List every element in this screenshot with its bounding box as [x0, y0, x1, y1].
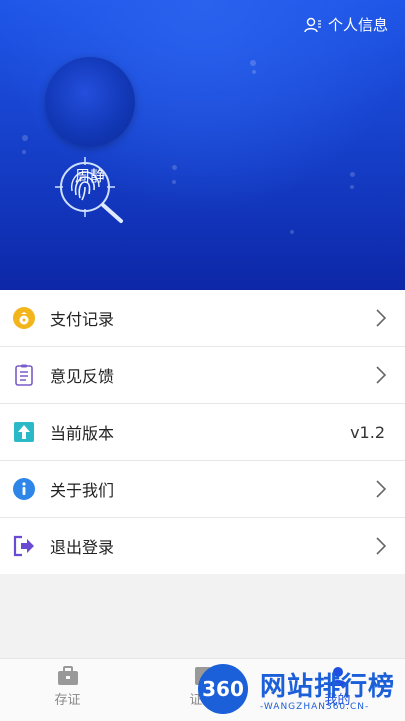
profile-info-link[interactable]: 个人信息 — [304, 14, 388, 35]
menu-item-label: 意见反馈 — [50, 367, 115, 386]
menu-item-feedback[interactable]: 意见反馈 — [0, 347, 405, 404]
menu-item-label: 当前版本 — [50, 424, 115, 443]
money-bag-icon — [13, 307, 35, 329]
bottom-tab-bar: 存证 证据 我的 — [0, 658, 405, 721]
fingerprint-icon — [55, 157, 123, 223]
menu-item-about-us[interactable]: 关于我们 — [0, 461, 405, 518]
tab-label: 证据 — [189, 693, 216, 708]
tab-deposit[interactable]: 存证 — [0, 665, 135, 708]
briefcase-icon — [57, 666, 78, 685]
menu-item-label: 关于我们 — [50, 481, 115, 500]
tab-mine[interactable]: 我的 — [270, 665, 405, 708]
upload-icon — [14, 422, 34, 442]
chevron-right-icon — [376, 537, 387, 555]
decor-dot — [290, 230, 294, 234]
decor-dot — [350, 185, 354, 189]
info-icon — [13, 478, 35, 500]
tab-evidence[interactable]: 证据 — [135, 665, 270, 708]
version-value: v1.2 — [350, 422, 385, 442]
decor-dot — [172, 165, 177, 170]
chevron-right-icon — [376, 480, 387, 498]
chevron-right-icon — [376, 366, 387, 384]
decor-dot — [22, 135, 28, 141]
decor-dot — [250, 60, 256, 66]
person-icon — [328, 667, 347, 686]
tab-label: 存证 — [54, 693, 81, 708]
logout-icon — [13, 535, 34, 557]
settings-menu: 支付记录 意见反馈 当前版本 v1.2 关于我们 退出登录 — [0, 290, 405, 574]
menu-item-current-version: 当前版本 v1.2 — [0, 404, 405, 461]
decor-dot — [252, 70, 256, 74]
decor-dot — [22, 150, 26, 154]
menu-item-logout[interactable]: 退出登录 — [0, 518, 405, 574]
profile-header: 个人信息 周静 — [0, 0, 405, 290]
user-icon — [304, 17, 321, 32]
clipboard-icon — [15, 364, 33, 386]
chevron-right-icon — [376, 309, 387, 327]
document-icon — [194, 667, 211, 685]
profile-info-label: 个人信息 — [327, 16, 388, 34]
avatar[interactable] — [45, 57, 135, 223]
decor-dot — [350, 172, 355, 177]
tab-label: 我的 — [324, 693, 351, 708]
decor-dot — [172, 180, 176, 184]
menu-item-label: 退出登录 — [50, 538, 115, 557]
user-name: 周静 — [74, 167, 105, 185]
menu-item-payment-records[interactable]: 支付记录 — [0, 290, 405, 347]
menu-item-label: 支付记录 — [50, 310, 115, 329]
